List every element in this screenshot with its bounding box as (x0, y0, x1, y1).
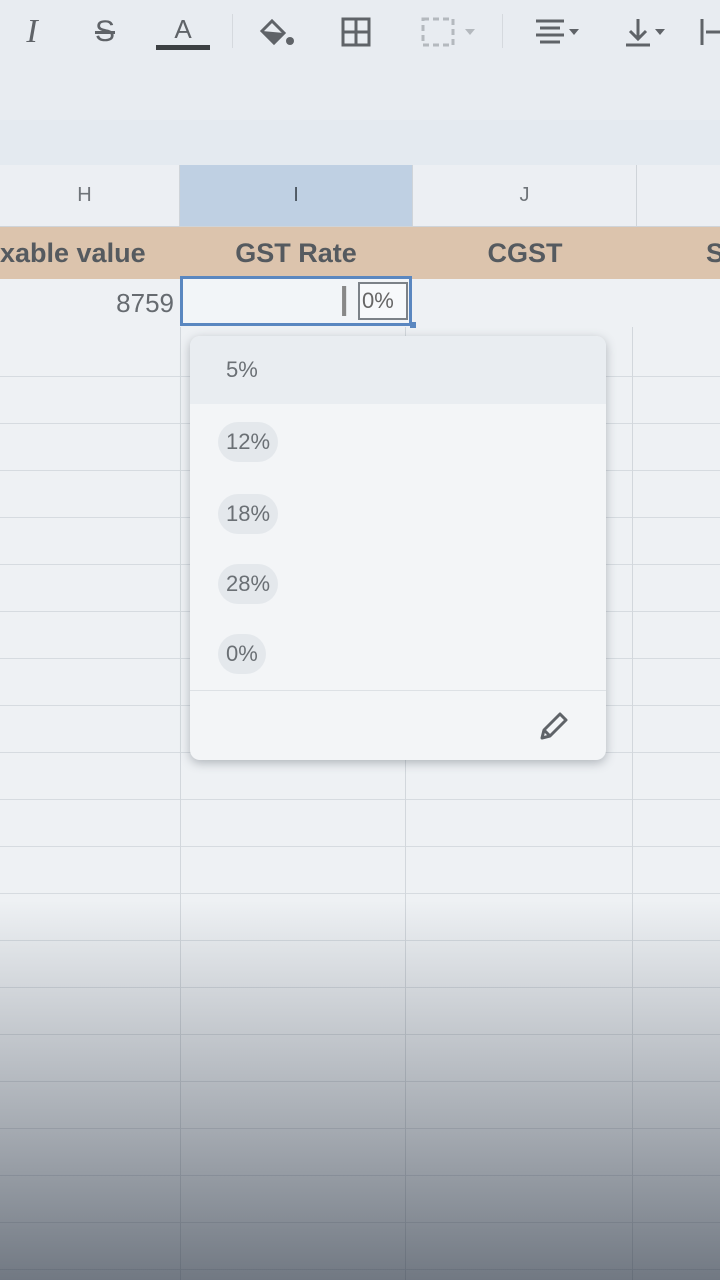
dropdown-divider (190, 690, 606, 691)
chevron-down-icon (655, 29, 665, 35)
borders-button[interactable] (336, 12, 376, 52)
cell-edit-text: 0% (362, 288, 394, 313)
cell-value: 8759 (116, 287, 174, 318)
horizontal-align-button[interactable] (520, 12, 592, 52)
fill-handle[interactable] (410, 322, 416, 328)
strikethrough-button[interactable]: S (84, 12, 126, 52)
header-cell-taxable-value[interactable]: xable value (0, 227, 176, 279)
dropdown-option-label: 28% (226, 571, 271, 596)
column-header-label: J (519, 184, 530, 206)
column-header-label: H (77, 184, 92, 206)
dropdown-option-label: 5% (226, 357, 258, 382)
italic-button[interactable]: I (14, 12, 50, 52)
vertical-align-icon (626, 19, 650, 47)
column-header-i[interactable]: I (180, 165, 413, 227)
text-color-icon: A (174, 13, 192, 44)
dropdown-option[interactable]: 5% (218, 350, 266, 390)
dropdown-option-label: 0% (226, 641, 258, 666)
strikethrough-icon: S (94, 15, 115, 48)
header-cell-cgst[interactable]: CGST (413, 227, 637, 279)
text-wrap-icon (700, 19, 720, 45)
text-cursor-icon: I (338, 277, 351, 326)
dropdown-option-label: 18% (226, 501, 271, 526)
borders-icon (341, 17, 371, 47)
column-header-h[interactable]: H (0, 165, 180, 227)
header-cell-text: GST Rate (235, 237, 357, 268)
column-gridline (180, 227, 181, 1280)
merge-cells-icon (421, 17, 455, 47)
text-wrap-button[interactable] (696, 12, 720, 52)
cell-taxable-value[interactable]: 8759 (0, 280, 174, 326)
header-cell-text: xable value (0, 237, 146, 268)
dropdown-option[interactable]: 18% (218, 494, 279, 534)
chevron-down-icon (465, 29, 475, 35)
header-cell-text: CGST (487, 237, 563, 268)
cell-edit-input[interactable]: 0% (358, 282, 408, 320)
column-header-k[interactable] (637, 165, 720, 227)
vertical-align-button[interactable] (608, 12, 680, 52)
formatting-toolbar: I S A (0, 0, 720, 120)
column-header-j[interactable]: J (413, 165, 637, 227)
header-cell-next[interactable]: S (706, 227, 720, 279)
toolbar-separator (502, 14, 503, 48)
dropdown-option[interactable]: 28% (218, 564, 279, 604)
dropdown-list-menu: 5% 12% 18% 28% 0% (190, 336, 606, 760)
column-header-label: I (293, 184, 299, 206)
merge-cells-button[interactable] (410, 12, 486, 52)
column-gridline (632, 227, 633, 1280)
dropdown-option-label: 12% (226, 429, 271, 454)
header-cell-gst-rate[interactable]: GST Rate (180, 227, 412, 279)
horizontal-align-icon (536, 19, 564, 44)
text-color-button[interactable]: A (156, 12, 210, 52)
dropdown-option[interactable]: 12% (218, 422, 279, 462)
toolbar-separator (232, 14, 233, 48)
fill-color-icon (259, 18, 294, 46)
header-cell-text: S (706, 237, 720, 268)
dropdown-option[interactable]: 0% (218, 634, 266, 674)
text-color-bar (156, 44, 210, 50)
pencil-icon[interactable] (536, 710, 570, 744)
fill-color-button[interactable] (254, 12, 298, 52)
chevron-down-icon (569, 29, 579, 35)
italic-icon: I (26, 13, 38, 50)
